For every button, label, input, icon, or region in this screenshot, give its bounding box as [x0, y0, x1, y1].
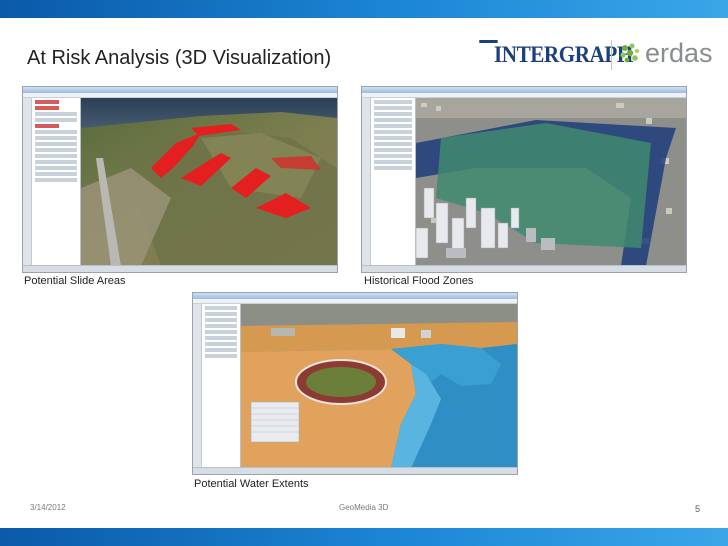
legend-panel [371, 98, 416, 266]
map-view-3d [416, 98, 686, 266]
logo-divider [611, 40, 612, 70]
legend-panel [32, 98, 81, 266]
caption-slide-areas: Potential Slide Areas [24, 275, 126, 287]
caption-flood-zones: Historical Flood Zones [364, 275, 474, 287]
window-toolstrip [193, 304, 202, 468]
footer-date: 3/14/2012 [30, 503, 66, 512]
map-view-3d [241, 304, 517, 468]
intergraph-wordmark: INTERGRAPH [479, 40, 633, 67]
caption-water-extents: Potential Water Extents [194, 478, 309, 490]
window-toolstrip [23, 98, 32, 266]
screenshot-flood-zones [361, 86, 687, 273]
erdas-wordmark: erdas [645, 38, 713, 68]
window-toolstrip [362, 98, 371, 266]
erdas-leaf-icon [620, 43, 640, 63]
screenshot-slide-areas [22, 86, 338, 273]
terrain-scene [81, 98, 337, 266]
top-banner [0, 0, 728, 18]
stadium-water-scene [241, 304, 517, 468]
map-view-3d [81, 98, 337, 266]
window-statusbar [23, 265, 337, 272]
page-number: 5 [695, 504, 701, 514]
city-flood-scene [416, 98, 686, 266]
legend-panel [202, 304, 241, 468]
window-statusbar [362, 265, 686, 272]
screenshot-water-extents [192, 292, 518, 475]
window-statusbar [193, 467, 517, 474]
slide-title: At Risk Analysis (3D Visualization) [27, 47, 332, 69]
footer-center-text: GeoMedia 3D [339, 503, 389, 512]
bottom-banner [0, 528, 728, 546]
